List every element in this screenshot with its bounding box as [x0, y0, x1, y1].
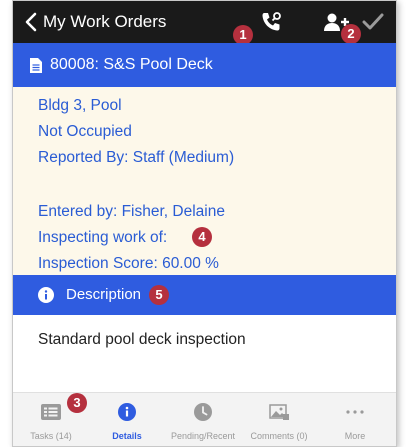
annotation-badge-2: 2 [341, 24, 361, 44]
description-header: Description 5 [13, 275, 396, 315]
tab-more-label: More [344, 431, 366, 441]
reported-by-text[interactable]: Reported By: Staff (Medium) [38, 149, 234, 167]
entered-by-text[interactable]: Entered by: Fisher, Delaine [38, 203, 225, 221]
occupancy-text[interactable]: Not Occupied [38, 123, 132, 141]
app-bar-title: My Work Orders [43, 12, 167, 31]
annotation-badge-5: 5 [149, 285, 169, 305]
image-icon [269, 404, 289, 420]
back-icon[interactable] [23, 12, 39, 32]
document-icon [30, 58, 42, 73]
tab-tasks-label: Tasks (14) [30, 431, 72, 441]
app-bar: My Work Orders 1 2 [13, 1, 396, 45]
location-text[interactable]: Bldg 3, Pool [38, 97, 122, 115]
description-text: Standard pool deck inspection [38, 331, 246, 348]
check-icon[interactable] [362, 12, 384, 32]
description-title: Description [66, 286, 142, 303]
annotation-badge-3: 3 [67, 393, 87, 413]
tab-details[interactable]: Details [89, 393, 165, 446]
work-order-header: 80008: S&S Pool Deck [13, 43, 396, 87]
tab-more[interactable]: More [317, 393, 393, 446]
more-icon [346, 410, 364, 414]
clock-icon [194, 403, 212, 421]
tab-pending-recent-label: Pending/Recent [170, 431, 236, 441]
bottom-tab-bar: Tasks (14) 3 Details Pending/Recent Comm… [13, 392, 396, 446]
list-icon [41, 404, 61, 420]
details-panel: Bldg 3, Pool Not Occupied Reported By: S… [13, 87, 396, 275]
tab-comments-label: Comments (0) [250, 431, 308, 441]
info-icon [118, 403, 136, 421]
phone-frame: My Work Orders 1 2 80008: S&S Pool Deck [12, 0, 397, 447]
inspecting-work-of-text[interactable]: Inspecting work of: [38, 229, 167, 247]
inspection-score-text[interactable]: Inspection Score: 60.00 % [38, 255, 219, 273]
work-order-title: 80008: S&S Pool Deck [50, 56, 213, 73]
annotation-badge-4: 4 [192, 227, 212, 247]
tab-pending-recent[interactable]: Pending/Recent [165, 393, 241, 446]
tab-details-label: Details [112, 431, 142, 441]
tab-comments[interactable]: Comments (0) [241, 393, 317, 446]
info-icon [38, 287, 54, 303]
call-icon[interactable] [259, 10, 283, 34]
annotation-badge-1: 1 [233, 25, 253, 45]
